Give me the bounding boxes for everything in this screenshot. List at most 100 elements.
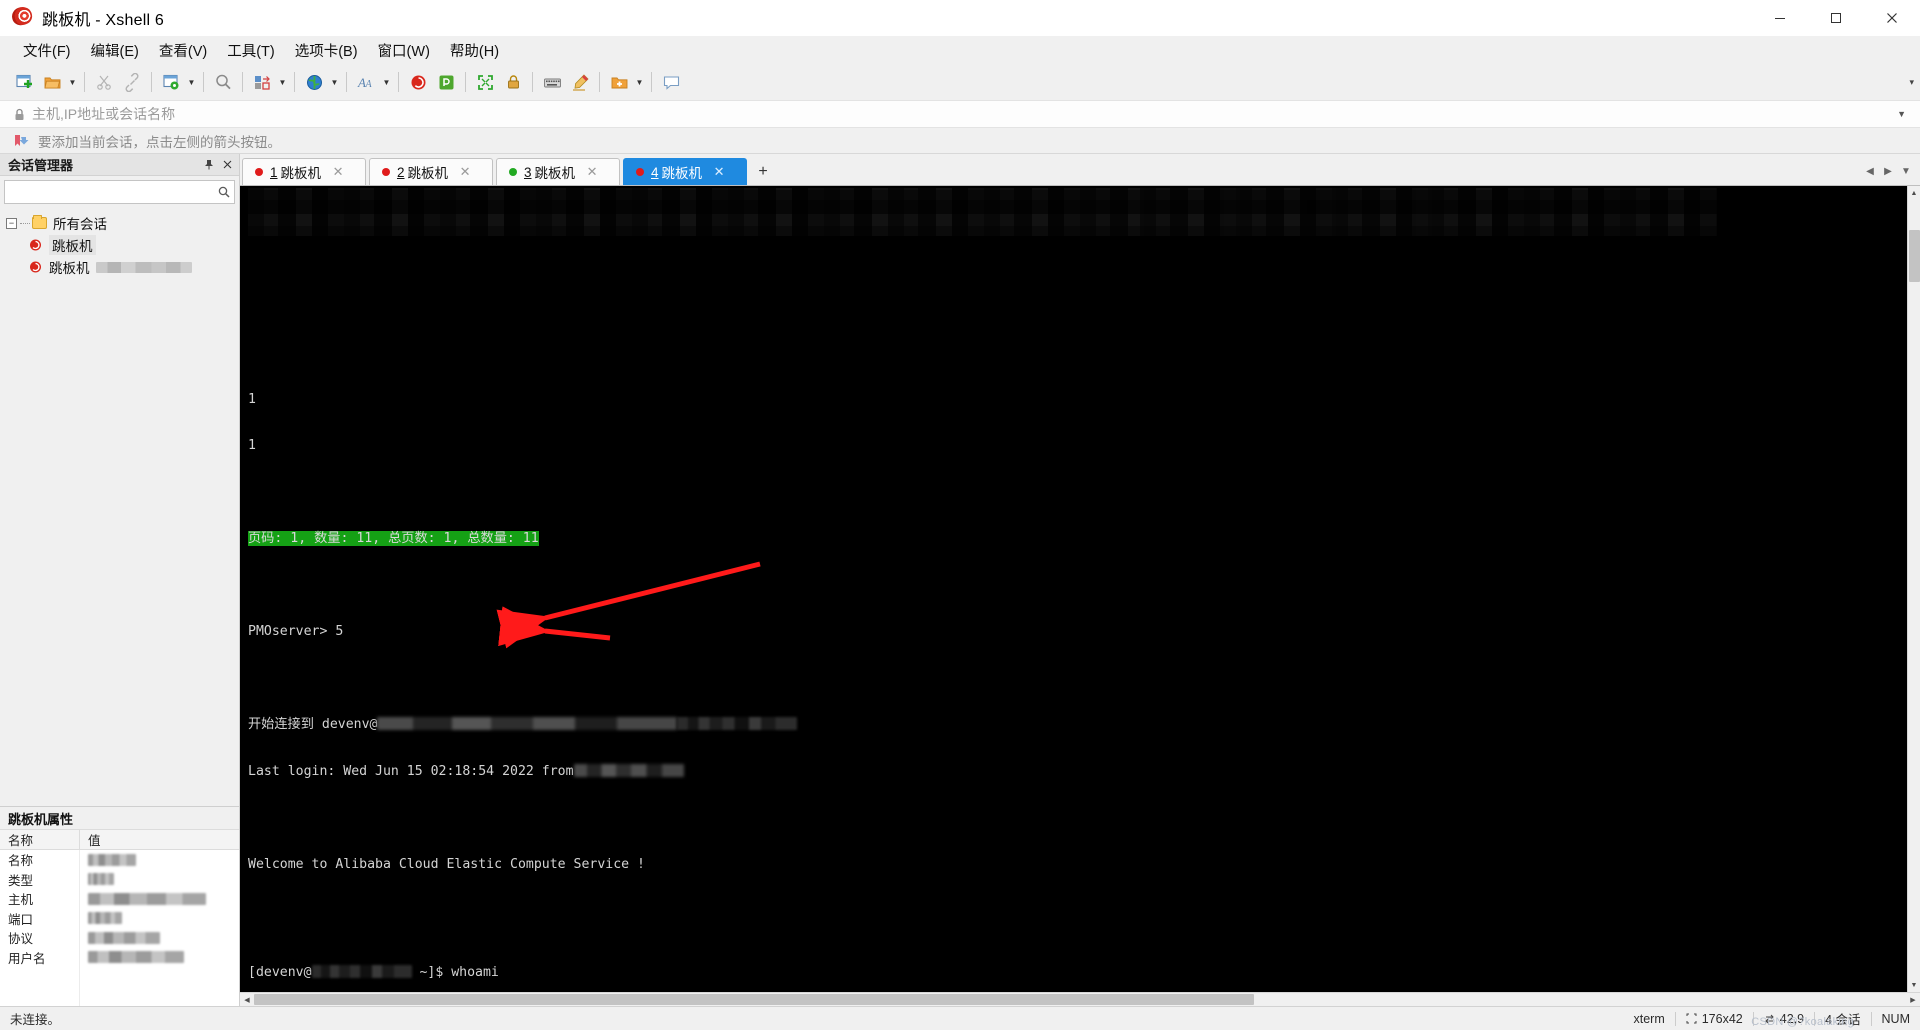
property-value xyxy=(80,909,239,929)
xshell-icon[interactable] xyxy=(404,68,432,96)
folder-icon xyxy=(32,215,47,229)
session-manager-title: 会话管理器 xyxy=(8,158,74,173)
terminal-horizontal-scrollbar[interactable]: ◀ ▶ xyxy=(240,992,1920,1006)
properties-columns: 名称 值 xyxy=(0,829,239,850)
terminal-line-prompt: PMOserver> 5 xyxy=(248,624,1907,640)
chevron-left-icon[interactable]: ◀ xyxy=(1862,162,1878,182)
tree-item-session-1[interactable]: 跳板机 xyxy=(0,234,239,256)
toolbar-separator xyxy=(84,72,85,92)
property-row-empty xyxy=(0,967,239,987)
tree-item-label: 跳板机 xyxy=(49,235,96,255)
property-row: 端口 xyxy=(0,908,239,929)
close-icon[interactable]: ✕ xyxy=(585,164,599,180)
window-title: 跳板机 - Xshell 6 xyxy=(42,11,164,29)
property-key: 用户名 xyxy=(0,947,80,967)
menu-tabs[interactable]: 选项卡(B) xyxy=(286,36,367,65)
tab-session-3[interactable]: 3 跳板机 ✕ xyxy=(496,158,620,185)
session-search-box[interactable] xyxy=(4,180,235,204)
session-properties-icon[interactable] xyxy=(157,68,185,96)
terminal-area: 1 跳板机 ✕ 2 跳板机 ✕ 3 跳板机 ✕ 4 跳板机 ✕ + ◀ ▶ ▼ … xyxy=(240,154,1920,1006)
address-input[interactable] xyxy=(32,106,1892,122)
open-folder-dropdown-icon[interactable]: ▼ xyxy=(66,68,79,96)
xshell-logo-icon xyxy=(10,4,34,29)
menu-view[interactable]: 查看(V) xyxy=(150,36,216,65)
maximize-button[interactable] xyxy=(1808,0,1864,36)
close-icon[interactable] xyxy=(219,156,235,174)
font-icon[interactable]: A A xyxy=(352,68,380,96)
scroll-up-icon[interactable]: ▲ xyxy=(1907,186,1920,200)
close-icon[interactable]: ✕ xyxy=(331,164,345,180)
terminal-vertical-scrollbar[interactable]: ▲ ▼ xyxy=(1907,186,1920,992)
menu-window[interactable]: 窗口(W) xyxy=(369,36,439,65)
add-folder-icon[interactable] xyxy=(605,68,633,96)
session-manager-panel: 会话管理器 − 所有会话 跳板机 跳板机 跳板机属性 名称 值 名称 类型 主机… xyxy=(0,154,240,1006)
watermark: CSDN @?koalaking xyxy=(1751,1016,1854,1028)
transfer-files-dropdown-icon[interactable]: ▼ xyxy=(276,68,289,96)
menu-bar: 文件(F) 编辑(E) 查看(V) 工具(T) 选项卡(B) 窗口(W) 帮助(… xyxy=(0,36,1920,64)
scroll-down-icon[interactable]: ▼ xyxy=(1907,978,1920,992)
paste-link-icon[interactable] xyxy=(118,68,146,96)
tab-label: 跳板机 xyxy=(534,166,576,181)
globe-icon[interactable] xyxy=(300,68,328,96)
session-search-input[interactable] xyxy=(5,181,214,203)
scroll-left-icon[interactable]: ◀ xyxy=(240,993,254,1006)
toolbar-separator xyxy=(242,72,243,92)
tree-root-all-sessions[interactable]: − 所有会话 xyxy=(0,212,239,234)
collapse-icon[interactable]: − xyxy=(6,217,17,229)
cmd-whoami: whoami xyxy=(451,965,499,980)
find-icon[interactable] xyxy=(209,68,237,96)
tab-session-4[interactable]: 4 跳板机 ✕ xyxy=(623,158,747,185)
open-folder-icon[interactable] xyxy=(38,68,66,96)
chevron-down-icon[interactable]: ▼ xyxy=(1891,109,1912,119)
scroll-track[interactable] xyxy=(254,993,1906,1006)
xftp-icon[interactable] xyxy=(432,68,460,96)
transfer-files-icon[interactable] xyxy=(248,68,276,96)
scroll-track[interactable] xyxy=(1907,200,1920,978)
tab-list-icon[interactable]: ▼ xyxy=(1898,162,1914,182)
session-properties-dropdown-icon[interactable]: ▼ xyxy=(185,68,198,96)
tab-label: 跳板机 xyxy=(407,166,449,181)
close-button[interactable] xyxy=(1864,0,1920,36)
fullscreen-icon[interactable] xyxy=(471,68,499,96)
comment-icon[interactable] xyxy=(657,68,685,96)
toolbar-overflow-icon[interactable]: ▾ xyxy=(1909,64,1914,100)
terminal-line-cmd: [devenv@ ~]$ whoami xyxy=(248,965,499,980)
property-row: 协议 xyxy=(0,928,239,948)
keyboard-icon[interactable] xyxy=(538,68,566,96)
tab-session-2[interactable]: 2 跳板机 ✕ xyxy=(369,158,493,185)
tab-number: 4 xyxy=(651,164,659,180)
menu-help[interactable]: 帮助(H) xyxy=(441,36,508,65)
globe-dropdown-icon[interactable]: ▼ xyxy=(328,68,341,96)
new-session-icon[interactable] xyxy=(10,68,38,96)
terminal-line-connect: 开始连接到 devenv@ xyxy=(248,717,1907,733)
lock-icon xyxy=(12,108,26,121)
highlight-pen-icon[interactable] xyxy=(566,68,594,96)
new-tab-button[interactable]: + xyxy=(752,159,774,184)
pin-icon[interactable] xyxy=(201,156,217,174)
status-dot xyxy=(636,168,644,176)
menu-file[interactable]: 文件(F) xyxy=(14,36,80,65)
main-body: 会话管理器 − 所有会话 跳板机 跳板机 跳板机属性 名称 值 名称 类型 主机… xyxy=(0,154,1920,1006)
scroll-thumb[interactable] xyxy=(1908,230,1920,282)
tab-strip: 1 跳板机 ✕ 2 跳板机 ✕ 3 跳板机 ✕ 4 跳板机 ✕ + ◀ ▶ ▼ xyxy=(240,154,1920,186)
tree-item-session-2[interactable]: 跳板机 xyxy=(0,256,239,278)
font-dropdown-icon[interactable]: ▼ xyxy=(380,68,393,96)
close-icon[interactable]: ✕ xyxy=(712,164,726,180)
menu-tools[interactable]: 工具(T) xyxy=(218,36,284,65)
chevron-right-icon[interactable]: ▶ xyxy=(1880,162,1896,182)
search-icon[interactable] xyxy=(214,186,234,198)
tab-session-1[interactable]: 1 跳板机 ✕ xyxy=(242,158,366,185)
close-icon[interactable]: ✕ xyxy=(458,164,472,180)
add-folder-dropdown-icon[interactable]: ▼ xyxy=(633,68,646,96)
terminal-output[interactable]: 1 1 页码: 1, 数量: 11, 总页数: 1, 总数量: 11 PMOse… xyxy=(240,186,1907,992)
cut-icon[interactable] xyxy=(90,68,118,96)
scroll-right-icon[interactable]: ▶ xyxy=(1906,993,1920,1006)
tree-connector xyxy=(20,222,30,224)
terminal-line: 1 xyxy=(248,438,256,453)
menu-edit[interactable]: 编辑(E) xyxy=(82,36,148,65)
scroll-thumb[interactable] xyxy=(254,994,1254,1005)
lock-icon[interactable] xyxy=(499,68,527,96)
minimize-button[interactable] xyxy=(1752,0,1808,36)
